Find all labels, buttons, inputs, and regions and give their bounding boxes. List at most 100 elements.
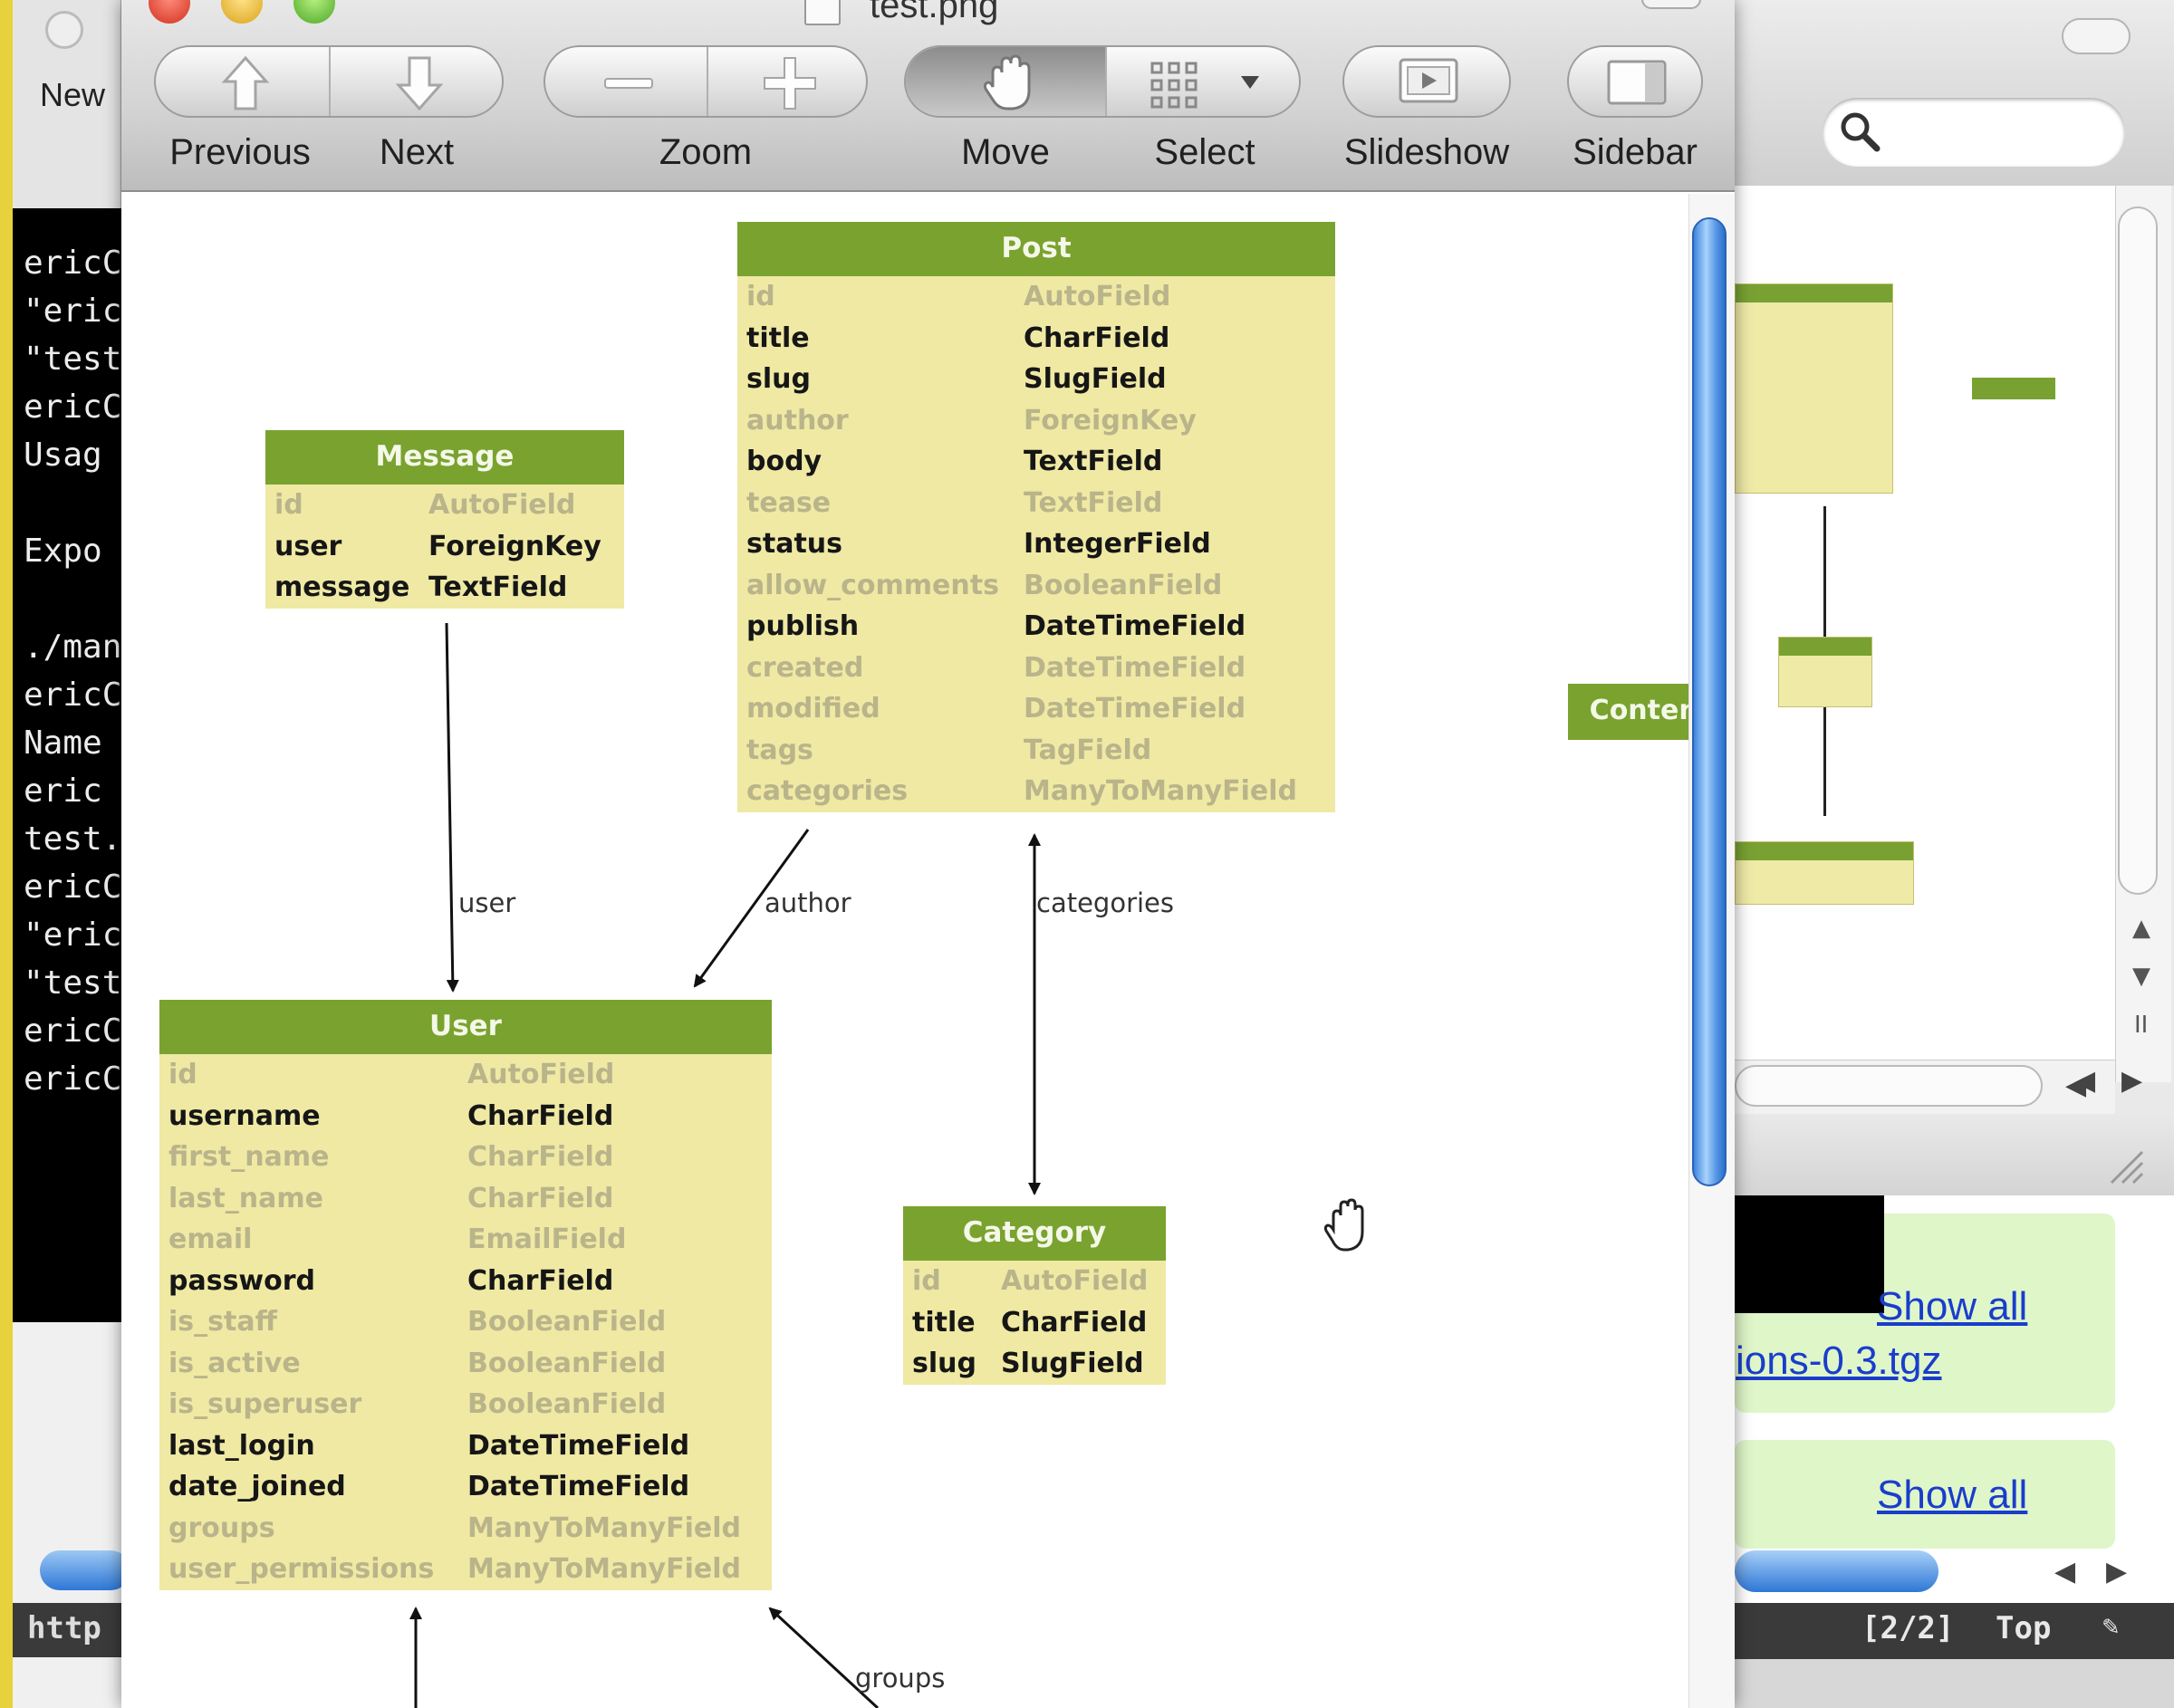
table-row: is_active BooleanField [159,1343,772,1385]
resize-grip-icon[interactable] [2106,1147,2144,1185]
sidebar-button-label[interactable]: Sidebar [1554,132,1717,173]
field-type: DateTimeField [1024,651,1246,684]
field-type: ManyToManyField [467,1511,741,1544]
show-all-link[interactable]: Show all [1877,1284,2027,1329]
sidebar-horizontal-scroll-thumb[interactable] [1735,1065,2043,1107]
scroll-right-arrow-icon[interactable]: ▶ [2121,1065,2142,1097]
scroll-up-arrow-icon[interactable]: ▲ [2132,915,2150,942]
field-type: TagField [1024,734,1152,766]
category-table: Category id AutoField title CharField slug Slu… [903,1206,1166,1385]
field-type: CharField [467,1141,614,1173]
zoom-out-icon[interactable] [601,65,656,101]
hand-icon[interactable] [980,53,1038,114]
scroll-left-arrow-icon[interactable]: ◀ [2074,1065,2095,1097]
zoom-control [544,45,868,118]
left-horizontal-scroll-thumb[interactable] [40,1550,130,1590]
table-row: created DateTimeField [737,648,1335,689]
pencil-icon: ✎ [2102,1610,2120,1642]
image-canvas[interactable]: user author categories groups Post id Auto… [121,194,1688,1708]
search-icon [1841,112,1881,152]
terminal-line: ericC [24,1012,121,1050]
terminal-line: "eric [24,916,121,954]
scroll-down-arrow-icon[interactable]: ▼ [2132,963,2150,990]
message-table: Message id AutoField user ForeignKey message T… [265,430,624,609]
thumbnail-post-table [1735,283,1893,494]
field-type: BooleanField [467,1388,667,1420]
edge-label-author: author [765,888,851,918]
show-all-link[interactable]: Show all [1877,1473,2027,1518]
terminal-line: ericC [24,868,121,906]
terminal-line: "test [24,964,121,1002]
terminal-window: ericC "eric "test ericC Usag Expo ./man ericC Na… [13,208,121,1322]
toolbar-toggle-button[interactable] [1641,0,1701,9]
next-arrow-icon[interactable] [393,54,446,112]
download-file-link[interactable]: ions-0.3.tgz [1736,1339,1941,1384]
table-row: user ForeignKey [265,526,624,568]
main-vertical-scroll-thumb[interactable] [1692,217,1727,1186]
field-type: EmailField [467,1223,627,1255]
chevron-down-icon[interactable] [1239,74,1261,91]
terminal-line: "test [24,341,121,378]
field-type: ForeignKey [428,530,601,562]
table-row: modified DateTimeField [737,688,1335,730]
edge-label-groups: groups [855,1663,946,1694]
field-name: email [168,1223,253,1255]
sidebar-thumbnail-pane[interactable] [1735,186,2115,1082]
slideshow-button[interactable] [1342,45,1511,118]
hand-cursor-icon [1323,1198,1364,1252]
field-type: DateTimeField [467,1429,690,1462]
field-type: ManyToManyField [1024,775,1297,807]
field-name: first_name [168,1141,330,1173]
table-row: password CharField [159,1261,772,1302]
select-button-label[interactable]: Select [1132,132,1277,173]
field-type: BooleanField [467,1347,667,1379]
browser-horizontal-scroll-thumb[interactable] [1735,1550,1938,1592]
table-row: last_name CharField [159,1178,772,1220]
toolbar-toggle-button[interactable] [2062,18,2131,54]
field-name: message [274,571,410,603]
field-name: id [746,281,775,312]
zoom-in-icon[interactable] [761,54,819,112]
previous-button-label[interactable]: Previous [163,132,317,173]
field-name: created [746,651,864,684]
slideshow-button-label[interactable]: Slideshow [1332,132,1522,173]
field-name: user_permissions [168,1553,435,1585]
table-row: title CharField [737,318,1335,360]
terminal-line: ericC [24,1060,121,1098]
field-type: TextField [428,571,568,603]
table-row: id AutoField [903,1261,1166,1302]
field-type: AutoField [428,489,576,521]
move-button-label[interactable]: Move [933,132,1078,173]
scroll-left-arrow-icon[interactable]: ◀ [2054,1556,2075,1588]
field-name: id [168,1059,197,1090]
table-row: publish DateTimeField [737,606,1335,648]
terminal-line: Name [24,724,102,762]
field-name: tease [746,486,832,519]
gear-icon[interactable] [45,11,83,49]
edge-label-categories: categories [1036,888,1175,918]
zoom-button-label: Zoom [659,132,753,172]
field-name: body [746,446,822,477]
field-type: CharField [467,1099,614,1132]
field-type: DateTimeField [1024,693,1246,724]
next-button-label[interactable]: Next [344,132,489,173]
table-row: last_login DateTimeField [159,1425,772,1467]
slideshow-icon [1399,58,1458,103]
split-handle-icon[interactable]: II [2134,1012,2148,1039]
previous-arrow-icon[interactable] [219,54,272,112]
window-title: test.png [870,0,999,25]
search-field[interactable] [1823,98,2125,167]
field-type: CharField [467,1264,614,1297]
sidebar-button[interactable] [1567,45,1703,118]
table-row: tags TagField [737,730,1335,772]
field-name: last_login [168,1429,315,1462]
field-name: username [168,1099,321,1132]
sidebar-vertical-scroll-thumb[interactable] [2118,206,2158,895]
field-name: is_superuser [168,1388,362,1420]
select-grid-icon[interactable] [1149,60,1199,110]
new-button-label[interactable]: New [40,76,105,114]
table-row: id AutoField [159,1054,772,1096]
field-type: ForeignKey [1024,404,1197,437]
post-table: Post id AutoField title CharField slug SlugFie… [737,222,1335,812]
scroll-right-arrow-icon[interactable]: ▶ [2106,1556,2127,1588]
